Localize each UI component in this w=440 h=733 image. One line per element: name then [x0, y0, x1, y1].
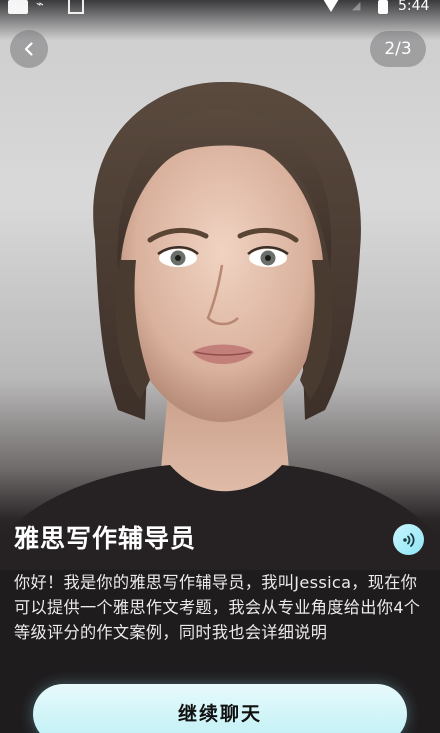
continue-chat-button[interactable]: 继续聊天	[33, 684, 407, 733]
download-icon	[68, 0, 84, 14]
assistant-portrait	[0, 81, 440, 570]
status-bar: ⌁ ◢ 5:44	[0, 0, 440, 18]
status-time: 5:44	[398, 0, 430, 14]
wifi-icon	[320, 0, 342, 12]
sound-wave-icon	[402, 532, 415, 547]
page-indicator: 2/3	[370, 31, 426, 67]
chevron-left-icon	[24, 42, 33, 56]
battery-icon	[378, 0, 388, 14]
screen: ⌁ ◢ 5:44 2/3 雅思写作辅导员 你好！我是你的雅思写作辅导员，我叫Je…	[0, 0, 440, 733]
assistant-title: 雅思写作辅导员	[14, 524, 197, 553]
back-button[interactable]	[10, 30, 48, 68]
signal-icon: ◢	[352, 0, 361, 12]
app-notification-icon	[8, 0, 28, 14]
voice-play-button[interactable]	[393, 524, 424, 555]
assistant-description: 你好！我是你的雅思写作辅导员，我叫Jessica，现在你可以提供一个雅思作文考题…	[14, 573, 421, 642]
notification-icon: ⌁	[36, 0, 44, 12]
